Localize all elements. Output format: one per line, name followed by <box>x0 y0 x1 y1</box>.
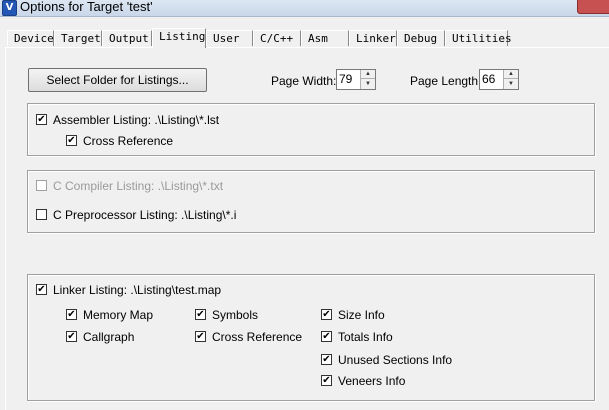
linker-listing-checkbox[interactable]: ✔ <box>36 284 47 295</box>
uvision-icon: V <box>2 0 17 16</box>
size-info-label: Size Info <box>338 308 385 322</box>
size-info-checkbox[interactable]: ✔ <box>321 309 332 320</box>
tab-debug[interactable]: Debug <box>397 30 445 46</box>
tab-asm[interactable]: Asm <box>301 30 349 46</box>
assembler-cross-reference-checkbox[interactable]: ✔ <box>66 135 77 146</box>
options-dialog: V Options for Target 'test' Device Targe… <box>0 0 609 410</box>
unused-sections-info-checkbox[interactable]: ✔ <box>321 354 332 365</box>
select-folder-button[interactable]: Select Folder for Listings... <box>28 68 207 92</box>
tab-device[interactable]: Device <box>7 30 54 46</box>
c-compiler-listing-label: C Compiler Listing: .\Listing\*.txt <box>53 179 224 193</box>
tab-output[interactable]: Output <box>102 30 152 46</box>
symbols-label: Symbols <box>212 308 259 322</box>
callgraph-checkbox[interactable]: ✔ <box>66 331 77 342</box>
c-compiler-listing-checkbox <box>36 180 47 191</box>
memory-map-checkbox[interactable]: ✔ <box>66 309 77 320</box>
page-width-label: Page Width: <box>271 74 337 88</box>
tab-linker[interactable]: Linker <box>349 30 397 46</box>
c-preprocessor-listing-checkbox[interactable] <box>36 209 47 220</box>
assembler-listing-checkbox[interactable]: ✔ <box>36 114 47 125</box>
symbols-checkbox[interactable]: ✔ <box>195 309 206 320</box>
tab-utilities[interactable]: Utilities <box>445 30 512 46</box>
totals-info-checkbox[interactable]: ✔ <box>321 331 332 342</box>
totals-info-label: Totals Info <box>338 330 393 344</box>
title-bar[interactable]: V Options for Target 'test' <box>0 0 609 17</box>
spin-up-icon[interactable]: ▲ <box>361 70 375 79</box>
c-preprocessor-listing-label: C Preprocessor Listing: .\Listing\*.i <box>53 208 237 222</box>
page-length-spinner[interactable]: 66 ▲ ▼ <box>479 69 519 90</box>
linker-cross-reference-label: Cross Reference <box>212 330 303 344</box>
linker-cross-reference-checkbox[interactable]: ✔ <box>195 331 206 342</box>
tab-c-cpp[interactable]: C/C++ <box>253 30 301 46</box>
tab-user[interactable]: User <box>206 30 253 46</box>
assembler-cross-reference-label: Cross Reference <box>83 134 174 148</box>
callgraph-label: Callgraph <box>83 330 135 344</box>
spin-up-icon[interactable]: ▲ <box>504 70 518 79</box>
page-length-label: Page Length: <box>410 74 482 88</box>
page-width-value[interactable]: 79 <box>339 72 352 87</box>
unused-sections-info-label: Unused Sections Info <box>338 353 453 367</box>
close-button[interactable] <box>577 0 609 14</box>
memory-map-label: Memory Map <box>83 308 154 322</box>
assembler-group <box>27 103 595 156</box>
assembler-listing-label: Assembler Listing: .\Listing\*.lst <box>53 113 220 127</box>
tab-listing[interactable]: Listing <box>152 28 206 48</box>
veneers-info-checkbox[interactable]: ✔ <box>321 375 332 386</box>
page-width-spinner[interactable]: 79 ▲ ▼ <box>336 69 376 90</box>
tab-target[interactable]: Target <box>54 30 102 46</box>
veneers-info-label: Veneers Info <box>338 374 406 388</box>
spin-down-icon[interactable]: ▼ <box>361 80 375 89</box>
window-title: Options for Target 'test' <box>20 0 153 14</box>
linker-listing-label: Linker Listing: .\Listing\test.map <box>53 283 222 297</box>
spin-down-icon[interactable]: ▼ <box>504 80 518 89</box>
page-length-value[interactable]: 66 <box>482 72 495 87</box>
